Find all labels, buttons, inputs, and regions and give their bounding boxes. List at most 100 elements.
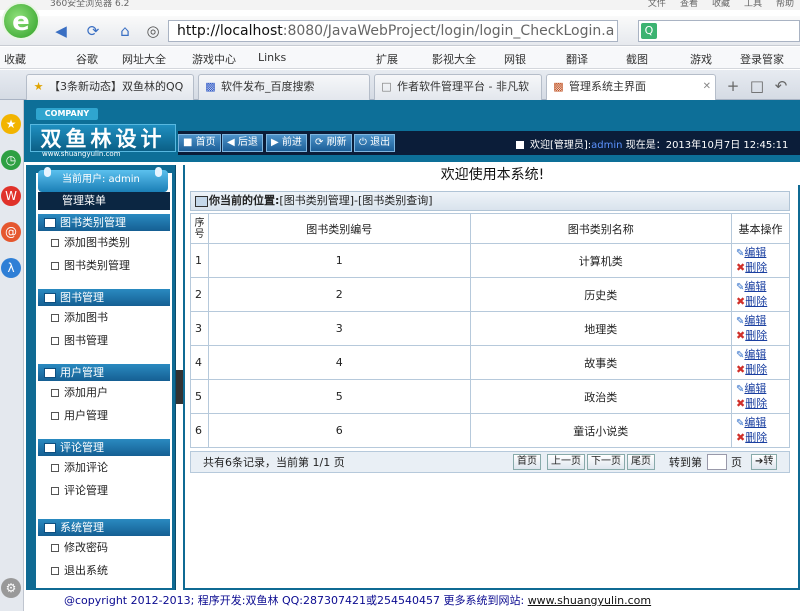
logout-button[interactable]: ⏻ 退出	[354, 134, 396, 152]
page-icon: □	[381, 80, 392, 93]
edit-link[interactable]: ✎编辑	[736, 246, 789, 261]
breadcrumb-label: 你当前的位置:	[209, 194, 280, 207]
tab-admin-main[interactable]: ▩ 管理系统主界面 ✕	[546, 74, 716, 101]
menu-help[interactable]: 帮助	[776, 0, 794, 9]
cell-name: 故事类	[469, 345, 733, 380]
refresh-button[interactable]: ⟳ 刷新	[310, 134, 352, 152]
browser-title-bar: 360安全浏览器 6.2 文件 查看 收藏 工具 帮助	[0, 0, 800, 10]
menu-group-header[interactable]: 系统管理	[38, 519, 170, 536]
cell-name: 政治类	[469, 379, 733, 414]
edit-link[interactable]: ✎编辑	[736, 348, 789, 363]
shield-icon[interactable]: ◎	[142, 21, 164, 41]
delete-link[interactable]: ✖删除	[736, 363, 789, 377]
tab-baidu[interactable]: ▩ 软件发布_百度搜索	[198, 74, 370, 100]
refresh-icon[interactable]: ⟳	[82, 21, 104, 41]
cell-code: 1	[207, 243, 471, 278]
delete-link[interactable]: ✖删除	[736, 295, 789, 309]
welcome-time: 现在是：2013年10月7日 12:45:11	[625, 140, 789, 151]
menu-title-label: 管理菜单	[62, 194, 106, 207]
home-button[interactable]: ■ 首页	[178, 134, 221, 152]
menu-group-header[interactable]: 图书类别管理	[38, 214, 170, 231]
delete-x-icon: ✖	[736, 329, 746, 342]
tab-author-platform[interactable]: □ 作者软件管理平台 - 非凡软	[374, 74, 542, 100]
bookmark-screenshot[interactable]: 截图	[626, 51, 648, 67]
forward-button[interactable]: ▶ 前进	[266, 134, 307, 152]
sidebar-item-change-password[interactable]: 修改密码	[38, 536, 170, 559]
sidebar-item-manage-books[interactable]: 图书管理	[38, 329, 170, 352]
sidebar-collapse-handle[interactable]	[176, 370, 183, 404]
menu-file[interactable]: 文件	[648, 0, 666, 9]
bookmark-translate[interactable]: 翻译	[566, 51, 588, 67]
delete-link[interactable]: ✖删除	[736, 397, 789, 411]
table-row: 5 5 政治类 ✎编辑 ✖删除	[190, 379, 790, 414]
prev-page-button[interactable]: 上一页	[547, 454, 585, 470]
menu-group-header[interactable]: 用户管理	[38, 364, 170, 381]
bookmark-extensions[interactable]: 扩展	[376, 51, 398, 67]
first-page-button[interactable]: 首页	[513, 454, 541, 470]
people-icon[interactable]: λ	[1, 258, 21, 278]
tab-label: 【3条新动态】双鱼林的QQ	[49, 80, 184, 93]
edit-link[interactable]: ✎编辑	[736, 280, 789, 295]
undo-close-icon[interactable]: ↶	[770, 76, 792, 96]
delete-link[interactable]: ✖删除	[736, 261, 789, 275]
goto-button[interactable]: ➔转	[751, 454, 778, 470]
bookmark-links[interactable]: Links	[258, 51, 286, 64]
column-header-code: 图书类别编号	[207, 213, 471, 244]
bookmarks-bar: 收藏 谷歌 网址大全 游戏中心 Links 扩展 影视大全 网银 翻译 截图 游…	[0, 47, 800, 69]
menu-tools[interactable]: 工具	[744, 0, 762, 9]
menu-favorites[interactable]: 收藏	[712, 0, 730, 9]
delete-link[interactable]: ✖删除	[736, 431, 789, 445]
menu-view[interactable]: 查看	[680, 0, 698, 9]
tab-qq[interactable]: ★ 【3条新动态】双鱼林的QQ	[26, 74, 194, 100]
footer-link[interactable]: www.shuangyulin.com	[528, 594, 651, 607]
delete-label: 删除	[745, 329, 768, 342]
tab-label: 管理系统主界面	[569, 80, 646, 93]
bookmark-games-center[interactable]: 游戏中心	[192, 51, 236, 67]
bookmark-google[interactable]: 谷歌	[76, 51, 98, 67]
sidebar-item-manage-category[interactable]: 图书类别管理	[38, 254, 170, 277]
home-icon[interactable]: ⌂	[114, 21, 136, 41]
next-page-button[interactable]: 下一页	[587, 454, 625, 470]
sidebar-item-add-book[interactable]: 添加图书	[38, 306, 170, 329]
sidebar-item-manage-users[interactable]: 用户管理	[38, 404, 170, 427]
tab-list-icon[interactable]: □	[746, 76, 768, 96]
clock-icon[interactable]: ◷	[1, 150, 21, 170]
cell-actions: ✎编辑 ✖删除	[731, 243, 790, 278]
bookmark-games[interactable]: 游戏	[690, 51, 712, 67]
edit-link[interactable]: ✎编辑	[736, 314, 789, 329]
favorites-star-icon[interactable]: ★	[1, 114, 21, 134]
close-tab-icon[interactable]: ✕	[703, 75, 711, 99]
settings-gear-icon[interactable]: ⚙	[1, 578, 21, 598]
sidebar-item-logout[interactable]: 退出系统	[38, 559, 170, 582]
bookmark-banking[interactable]: 网银	[504, 51, 526, 67]
pager-info: 共有6条记录，当前第 1/1 页	[203, 456, 345, 469]
sidebar-item-add-category[interactable]: 添加图书类别	[38, 231, 170, 254]
sidebar-item-add-user[interactable]: 添加用户	[38, 381, 170, 404]
address-bar[interactable]: http://localhost:8080/JavaWebProject/log…	[168, 20, 618, 42]
sidebar-item-manage-comments[interactable]: 评论管理	[38, 479, 170, 502]
menu-group-header[interactable]: 评论管理	[38, 439, 170, 456]
at-icon[interactable]: @	[1, 222, 21, 242]
edit-link[interactable]: ✎编辑	[736, 416, 789, 431]
bookmark-video[interactable]: 影视大全	[432, 51, 476, 67]
goto-page-input[interactable]	[707, 454, 727, 470]
sidebar-item-add-comment[interactable]: 添加评论	[38, 456, 170, 479]
browser-logo-icon[interactable]: e	[2, 2, 40, 40]
back-button[interactable]: ◀ 后退	[222, 134, 263, 152]
weibo-icon[interactable]: W	[1, 186, 21, 206]
edit-link[interactable]: ✎编辑	[736, 382, 789, 397]
new-tab-icon[interactable]: +	[722, 76, 744, 96]
delete-label: 删除	[745, 261, 768, 274]
back-arrow-icon[interactable]: ◀	[50, 21, 72, 41]
bookmark-login-manager[interactable]: 登录管家	[740, 51, 784, 67]
last-page-button[interactable]: 尾页	[627, 454, 655, 470]
goto-unit: 页	[731, 456, 742, 469]
bookmark-sites[interactable]: 网址大全	[122, 51, 166, 67]
browser-title: 360安全浏览器 6.2	[50, 0, 130, 9]
search-input[interactable]: Q	[638, 20, 800, 42]
delete-link[interactable]: ✖删除	[736, 329, 789, 343]
bookmark-favorites[interactable]: 收藏	[4, 51, 26, 67]
menu-group-header[interactable]: 图书管理	[38, 289, 170, 306]
footer: @copyright 2012-2013; 程序开发:双鱼林 QQ:287307…	[24, 590, 800, 611]
search-engine-icon[interactable]: Q	[641, 23, 657, 39]
